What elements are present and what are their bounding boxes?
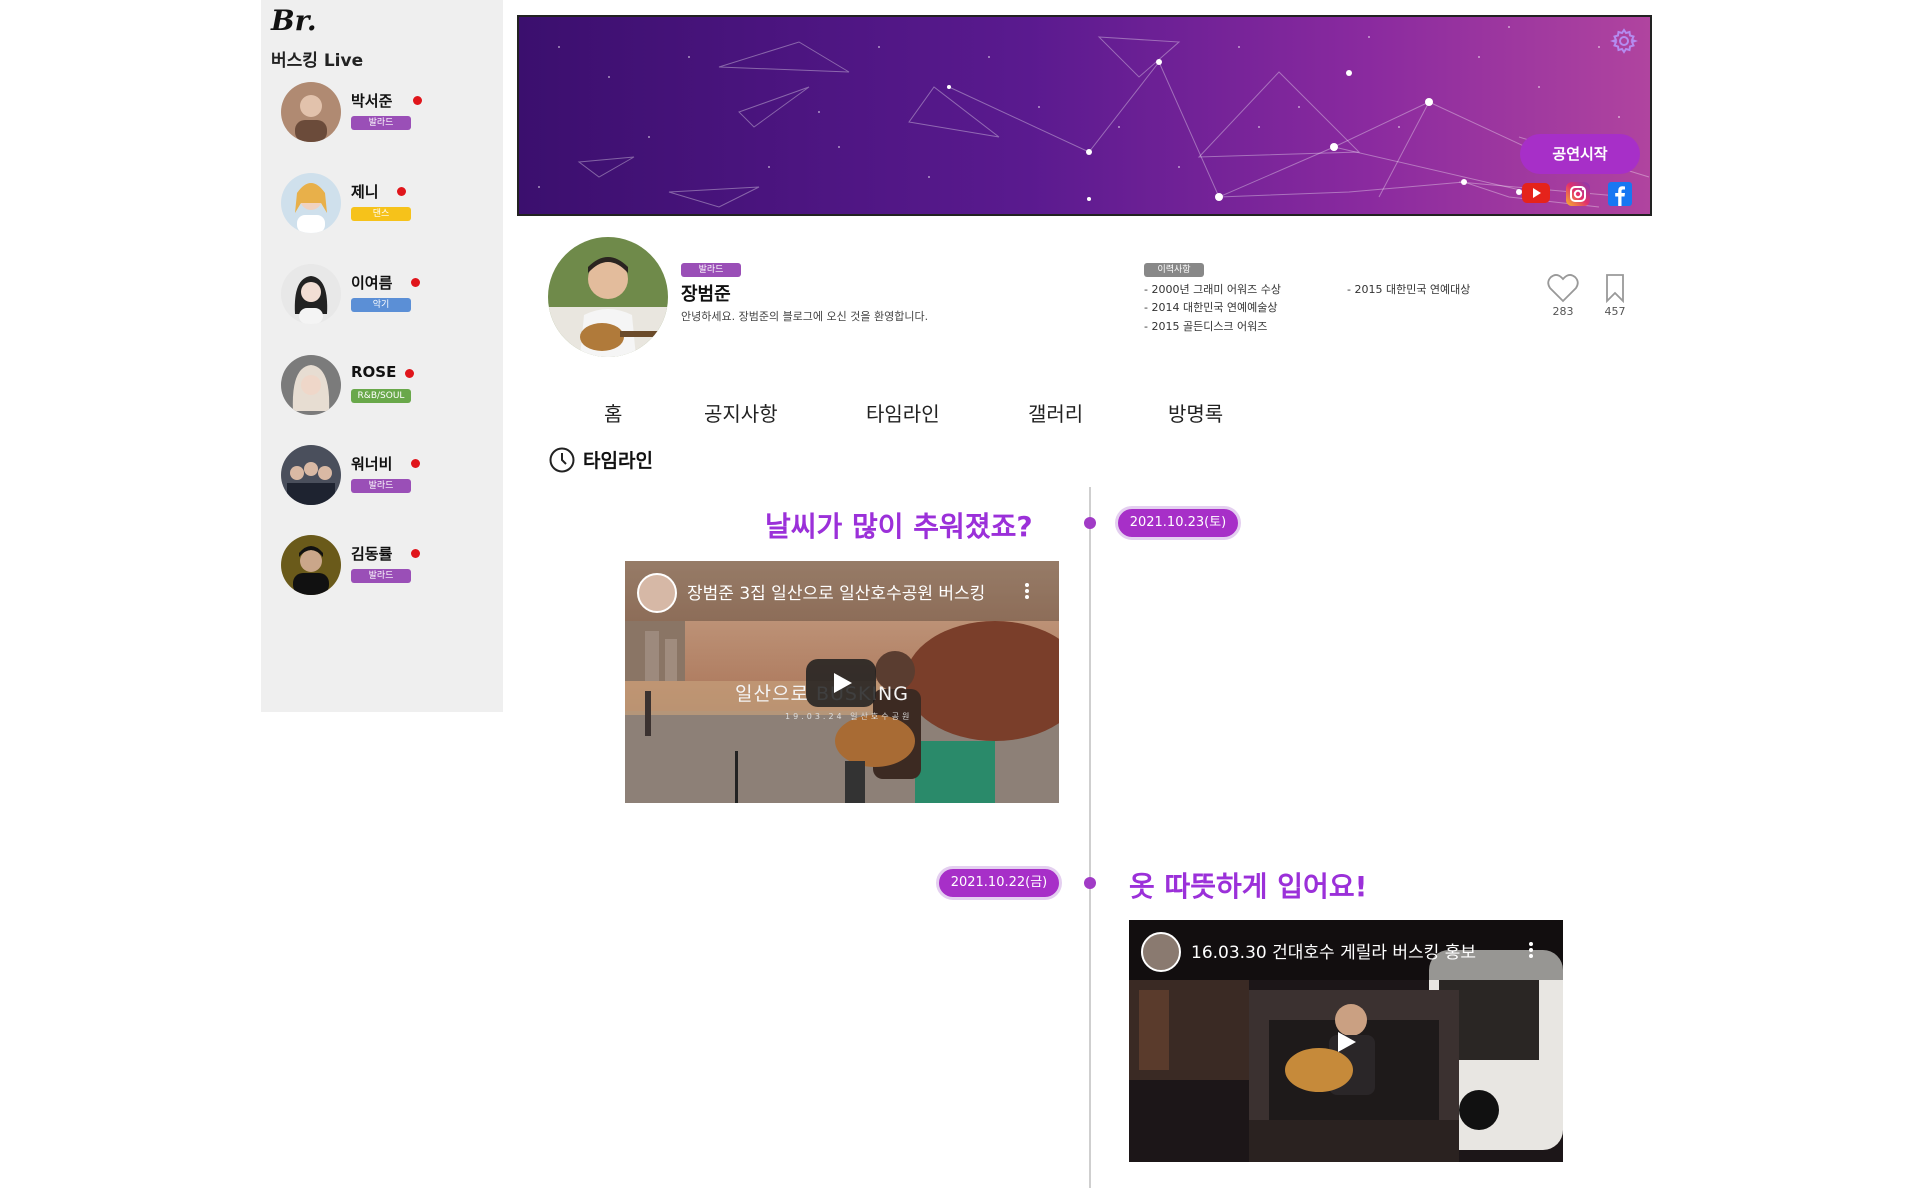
tab-gallery[interactable]: 갤러리 <box>1028 398 1083 427</box>
sidebar-item-artist[interactable]: 박서준 발라드 <box>281 82 481 146</box>
more-options-icon[interactable] <box>1025 581 1029 601</box>
video-player[interactable]: 장범준 3집 일산으로 일산호수공원 버스킹 일산으로 BUSKING 19.0… <box>625 561 1059 803</box>
heart-icon <box>1547 274 1579 303</box>
timeline-dot <box>1084 877 1096 889</box>
genre-tag: 발라드 <box>351 569 411 583</box>
avatar <box>281 264 341 324</box>
post-title: 옷 따뜻하게 입어요! <box>1129 870 1368 903</box>
like-count: 283 <box>1552 305 1574 318</box>
genre-tag: 발라드 <box>351 116 411 130</box>
avatar <box>281 535 341 595</box>
genre-tag: R&B/SOUL <box>351 389 411 403</box>
live-dot <box>413 96 422 105</box>
bookmark-count: 457 <box>1604 305 1626 318</box>
career-badge: 이력사항 <box>1144 263 1204 277</box>
career-item: - 2015 골든디스크 어워즈 <box>1144 320 1268 333</box>
sidebar-item-artist[interactable]: 워너비 발라드 <box>281 445 481 509</box>
tab-home[interactable]: 홈 <box>604 398 622 427</box>
artist-name: ROSE <box>351 363 397 381</box>
artist-name: 김동률 <box>351 545 393 563</box>
section-title-text: 타임라인 <box>583 450 653 472</box>
bookmark-button[interactable]: 457 <box>1597 273 1633 318</box>
play-icon[interactable] <box>1310 1018 1380 1066</box>
sidebar-item-artist[interactable]: 김동률 발라드 <box>281 535 481 599</box>
sidebar-item-artist[interactable]: 이여름 악기 <box>281 264 481 328</box>
live-dot <box>411 549 420 558</box>
channel-avatar[interactable] <box>1141 932 1181 972</box>
avatar <box>281 445 341 505</box>
sidebar: Br. 버스킹 Live 박서준 발라드 제니 댄스 이여름 악기 ROSE R… <box>261 0 503 712</box>
video-title[interactable]: 16.03.30 건대호수 게릴라 버스킹 홍보 <box>1191 938 1491 963</box>
timeline-dot <box>1084 517 1096 529</box>
sidebar-item-artist[interactable]: ROSE R&B/SOUL <box>281 355 481 419</box>
clock-icon <box>549 447 575 472</box>
avatar <box>281 82 341 142</box>
tab-guestbook[interactable]: 방명록 <box>1168 398 1223 427</box>
career-item: - 2015 대한민국 연예대상 <box>1347 283 1471 296</box>
artist-name: 제니 <box>351 183 379 201</box>
artist-name: 박서준 <box>351 92 393 110</box>
youtube-icon[interactable] <box>1522 182 1550 206</box>
genre-tag: 발라드 <box>351 479 411 493</box>
avatar <box>281 355 341 415</box>
timeline-line <box>1089 487 1091 1188</box>
instagram-icon[interactable] <box>1566 182 1594 206</box>
live-dot <box>411 459 420 468</box>
tab-notice[interactable]: 공지사항 <box>704 398 778 427</box>
start-performance-button[interactable]: 공연시작 <box>1520 134 1640 174</box>
channel-avatar[interactable] <box>637 573 677 613</box>
live-dot <box>397 187 406 196</box>
profile-name: 장범준 <box>681 284 731 305</box>
genre-tag: 댄스 <box>351 207 411 221</box>
artist-name: 이여름 <box>351 274 393 292</box>
artist-name: 워너비 <box>351 455 393 473</box>
brand-logo[interactable]: Br. <box>271 4 317 37</box>
video-title[interactable]: 장범준 3집 일산으로 일산호수공원 버스킹 <box>687 579 987 604</box>
sidebar-item-artist[interactable]: 제니 댄스 <box>281 173 481 237</box>
play-icon[interactable] <box>806 659 876 707</box>
post-title: 날씨가 많이 추워졌죠? <box>765 510 1033 543</box>
genre-badge: 발라드 <box>681 263 741 277</box>
live-dot <box>405 369 414 378</box>
constellation-graphic <box>538 26 1650 208</box>
date-badge[interactable]: 2021.10.23(토) <box>1115 506 1241 540</box>
brand-subtitle: 버스킹 Live <box>271 51 364 71</box>
section-title: 타임라인 <box>549 446 653 473</box>
career-item: - 2014 대한민국 연예예술상 <box>1144 301 1278 314</box>
video-player[interactable]: 16.03.30 건대호수 게릴라 버스킹 홍보 <box>1129 920 1563 1162</box>
video-overlay-subtext: 19.03.24 일산호수공원 <box>785 712 913 721</box>
bookmark-icon <box>1606 274 1624 303</box>
tab-timeline[interactable]: 타임라인 <box>866 398 940 427</box>
more-options-icon[interactable] <box>1529 940 1533 960</box>
date-badge[interactable]: 2021.10.22(금) <box>936 866 1062 900</box>
facebook-icon[interactable] <box>1608 182 1636 206</box>
career-item: - 2000년 그래미 어워즈 수상 <box>1144 283 1282 296</box>
genre-tag: 악기 <box>351 298 411 312</box>
profile-avatar <box>548 237 668 357</box>
avatar <box>281 173 341 233</box>
profile-intro: 안녕하세요. 장범준의 블로그에 오신 것을 환영합니다. <box>681 310 929 323</box>
like-button[interactable]: 283 <box>1545 273 1581 318</box>
profile-banner: 공연시작 <box>517 15 1652 216</box>
gear-icon[interactable] <box>1609 27 1639 55</box>
live-dot <box>411 278 420 287</box>
